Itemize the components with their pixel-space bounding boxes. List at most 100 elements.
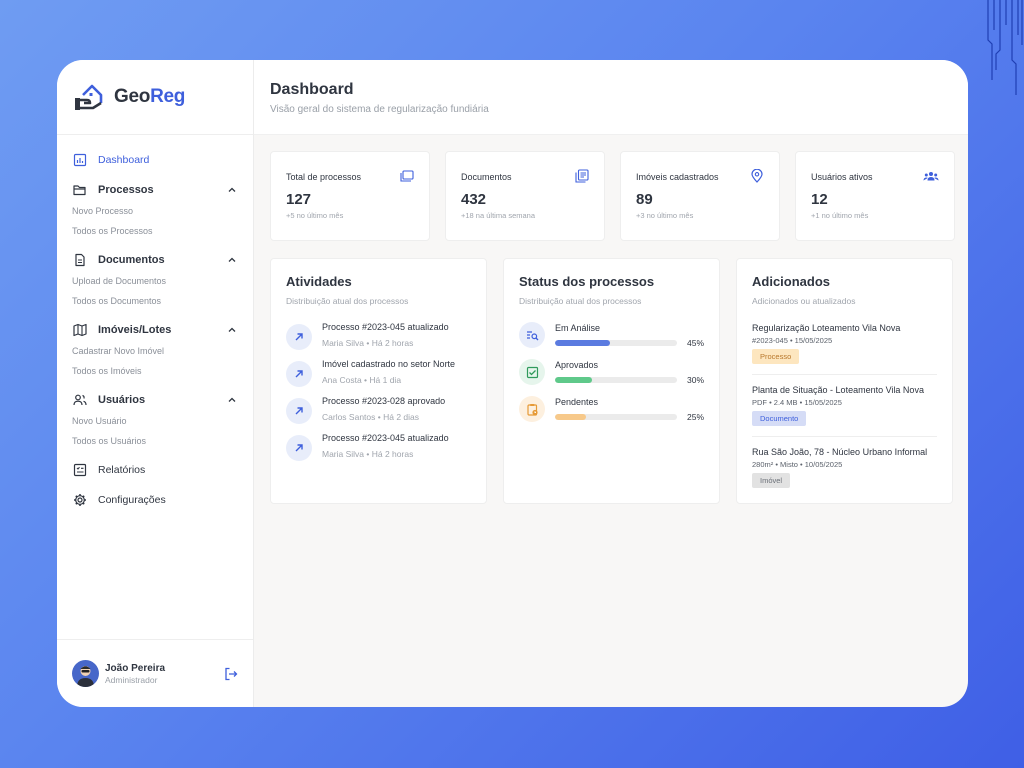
stat-card-documentos[interactable]: Documentos 432 +18 na última semana — [445, 151, 605, 241]
sidebar-item-dashboard[interactable]: Dashboard — [57, 149, 253, 171]
chevron-up-icon[interactable] — [227, 185, 237, 195]
sidebar-item-processos[interactable]: Processos — [57, 179, 253, 201]
chevron-up-icon[interactable] — [227, 395, 237, 405]
list-item[interactable]: Regularização Loteamento Vila Nova #2023… — [752, 323, 937, 375]
report-icon — [73, 463, 87, 477]
nav-group-usuarios: Usuários Novo Usuário Todos os Usuários — [57, 389, 253, 451]
added-list: Regularização Loteamento Vila Nova #2023… — [752, 323, 937, 498]
panels-row: Atividades Distribuição atual dos proces… — [270, 258, 953, 504]
stat-value: 12 — [811, 191, 828, 208]
status-label: Em Análise — [555, 323, 601, 333]
chevron-up-icon[interactable] — [227, 325, 237, 335]
progress-fill — [555, 377, 592, 383]
stat-note: +18 na última semana — [461, 211, 536, 220]
sidebar-item-documentos[interactable]: Documentos — [57, 249, 253, 271]
stat-value: 127 — [286, 191, 312, 208]
status-item-em-analise[interactable]: Em Análise 45% — [519, 322, 704, 349]
brand-logo[interactable]: GeoReg — [57, 60, 253, 135]
stat-label: Total de processos — [286, 172, 362, 182]
sidebar-subitem-upload-documentos[interactable]: Upload de Documentos — [57, 271, 253, 291]
check-list-icon — [519, 359, 545, 385]
stat-note: +1 no último mês — [811, 211, 869, 220]
sidebar-item-label: Relatórios — [98, 464, 146, 476]
nav-group-processos: Processos Novo Processo Todos os Process… — [57, 179, 253, 241]
sidebar-item-label: Documentos — [98, 254, 165, 266]
sidebar-subitem-todos-usuarios[interactable]: Todos os Usuários — [57, 431, 253, 451]
stat-label: Documentos — [461, 172, 512, 182]
sidebar-subitem-novo-processo[interactable]: Novo Processo — [57, 201, 253, 221]
chart-icon — [73, 153, 87, 167]
activity-text: Processo #2023-045 atualizado — [322, 433, 449, 443]
map-icon — [73, 323, 87, 337]
status-percent: 30% — [686, 375, 704, 385]
added-panel: Adicionados Adicionados ou atualizados R… — [736, 258, 953, 504]
clipboard-clock-icon — [519, 396, 545, 422]
sidebar-item-imoveis-lotes[interactable]: Imóveis/Lotes — [57, 319, 253, 341]
sidebar-subitem-novo-usuario[interactable]: Novo Usuário — [57, 411, 253, 431]
nav-group-documentos: Documentos Upload de Documentos Todos os… — [57, 249, 253, 311]
sidebar-item-configuracoes[interactable]: Configurações — [57, 489, 253, 511]
chevron-up-icon[interactable] — [227, 255, 237, 265]
sidebar-item-label: Processos — [98, 184, 154, 196]
status-label: Pendentes — [555, 397, 599, 407]
activity-item[interactable]: Processo #2023-045 atualizado Maria Silva… — [286, 322, 471, 350]
progress-bar — [555, 414, 677, 420]
panel-subtitle: Distribuição atual dos processos — [286, 296, 409, 306]
status-label: Aprovados — [555, 360, 599, 370]
list-item[interactable]: Rua São João, 78 - Núcleo Urbano Informa… — [752, 447, 937, 498]
status-item-pendentes[interactable]: Pendentes 25% — [519, 396, 704, 423]
type-badge: Processo — [752, 349, 800, 364]
folders-icon — [400, 170, 414, 182]
activity-meta: Ana Costa • Há 1 dia — [322, 375, 402, 385]
activity-item[interactable]: Processo #2023-045 atualizado Maria Silva… — [286, 433, 471, 461]
status-percent: 25% — [686, 412, 704, 422]
sidebar-item-label: Usuários — [98, 394, 146, 406]
added-meta: PDF • 2.4 MB • 15/05/2025 — [752, 398, 842, 407]
status-panel: Status dos processos Distribuição atual … — [503, 258, 720, 504]
activity-item[interactable]: Processo #2023-028 aprovado Carlos Santos… — [286, 396, 471, 424]
stat-note: +3 no último mês — [636, 211, 694, 220]
sidebar-item-usuarios[interactable]: Usuários — [57, 389, 253, 411]
sidebar: GeoReg Dashboard Processos Novo Processo — [57, 60, 254, 707]
sidebar-subitem-todos-processos[interactable]: Todos os Processos — [57, 221, 253, 241]
added-meta: #2023-045 • 15/05/2025 — [752, 336, 833, 345]
activity-item[interactable]: Imóvel cadastrado no setor Norte Ana Cost… — [286, 359, 471, 387]
status-list: Em Análise 45% Aprovados 30% Pendentes 2… — [519, 322, 704, 423]
folder-icon — [73, 183, 87, 197]
type-badge: Imóvel — [752, 473, 791, 488]
stats-row: Total de processos 127 +5 no último mês … — [270, 151, 955, 241]
logout-icon[interactable] — [224, 667, 238, 681]
activity-text: Imóvel cadastrado no setor Norte — [322, 359, 456, 369]
search-list-icon — [519, 322, 545, 348]
added-title: Regularização Loteamento Vila Nova — [752, 323, 901, 333]
progress-bar — [555, 377, 677, 383]
users-group-icon — [923, 172, 939, 181]
sidebar-item-label: Imóveis/Lotes — [98, 324, 172, 336]
stat-value: 432 — [461, 191, 487, 208]
documents-icon — [575, 169, 589, 183]
list-item[interactable]: Planta de Situação - Loteamento Vila Nov… — [752, 385, 937, 437]
stat-card-imoveis[interactable]: Imóveis cadastrados 89 +3 no último mês — [620, 151, 780, 241]
sidebar-subitem-todos-documentos[interactable]: Todos os Documentos — [57, 291, 253, 311]
sidebar-subitem-todos-imoveis[interactable]: Todos os Imóveis — [57, 361, 253, 381]
user-profile: João Pereira Administrador — [57, 639, 253, 707]
user-name: João Pereira — [105, 662, 166, 674]
page-subtitle: Visão geral do sistema de regularização … — [270, 104, 489, 115]
nav-group-imoveis: Imóveis/Lotes Cadastrar Novo Imóvel Todo… — [57, 319, 253, 381]
stat-label: Usuários ativos — [811, 172, 873, 182]
panel-title: Status dos processos — [519, 274, 655, 289]
stat-note: +5 no último mês — [286, 211, 344, 220]
status-item-aprovados[interactable]: Aprovados 30% — [519, 359, 704, 386]
avatar[interactable] — [72, 660, 99, 687]
stat-card-usuarios[interactable]: Usuários ativos 12 +1 no último mês — [795, 151, 955, 241]
stat-card-processos[interactable]: Total de processos 127 +5 no último mês — [270, 151, 430, 241]
map-pin-icon — [751, 169, 763, 183]
page-title: Dashboard — [270, 81, 354, 98]
sidebar-item-relatorios[interactable]: Relatórios — [57, 459, 253, 481]
sidebar-item-label: Dashboard — [98, 154, 150, 166]
added-title: Rua São João, 78 - Núcleo Urbano Informa… — [752, 447, 928, 457]
stat-label: Imóveis cadastrados — [636, 172, 719, 182]
activity-meta: Carlos Santos • Há 2 dias — [322, 412, 419, 422]
sidebar-subitem-cadastrar-imovel[interactable]: Cadastrar Novo Imóvel — [57, 341, 253, 361]
page-header: Dashboard Visão geral do sistema de regu… — [254, 60, 968, 135]
